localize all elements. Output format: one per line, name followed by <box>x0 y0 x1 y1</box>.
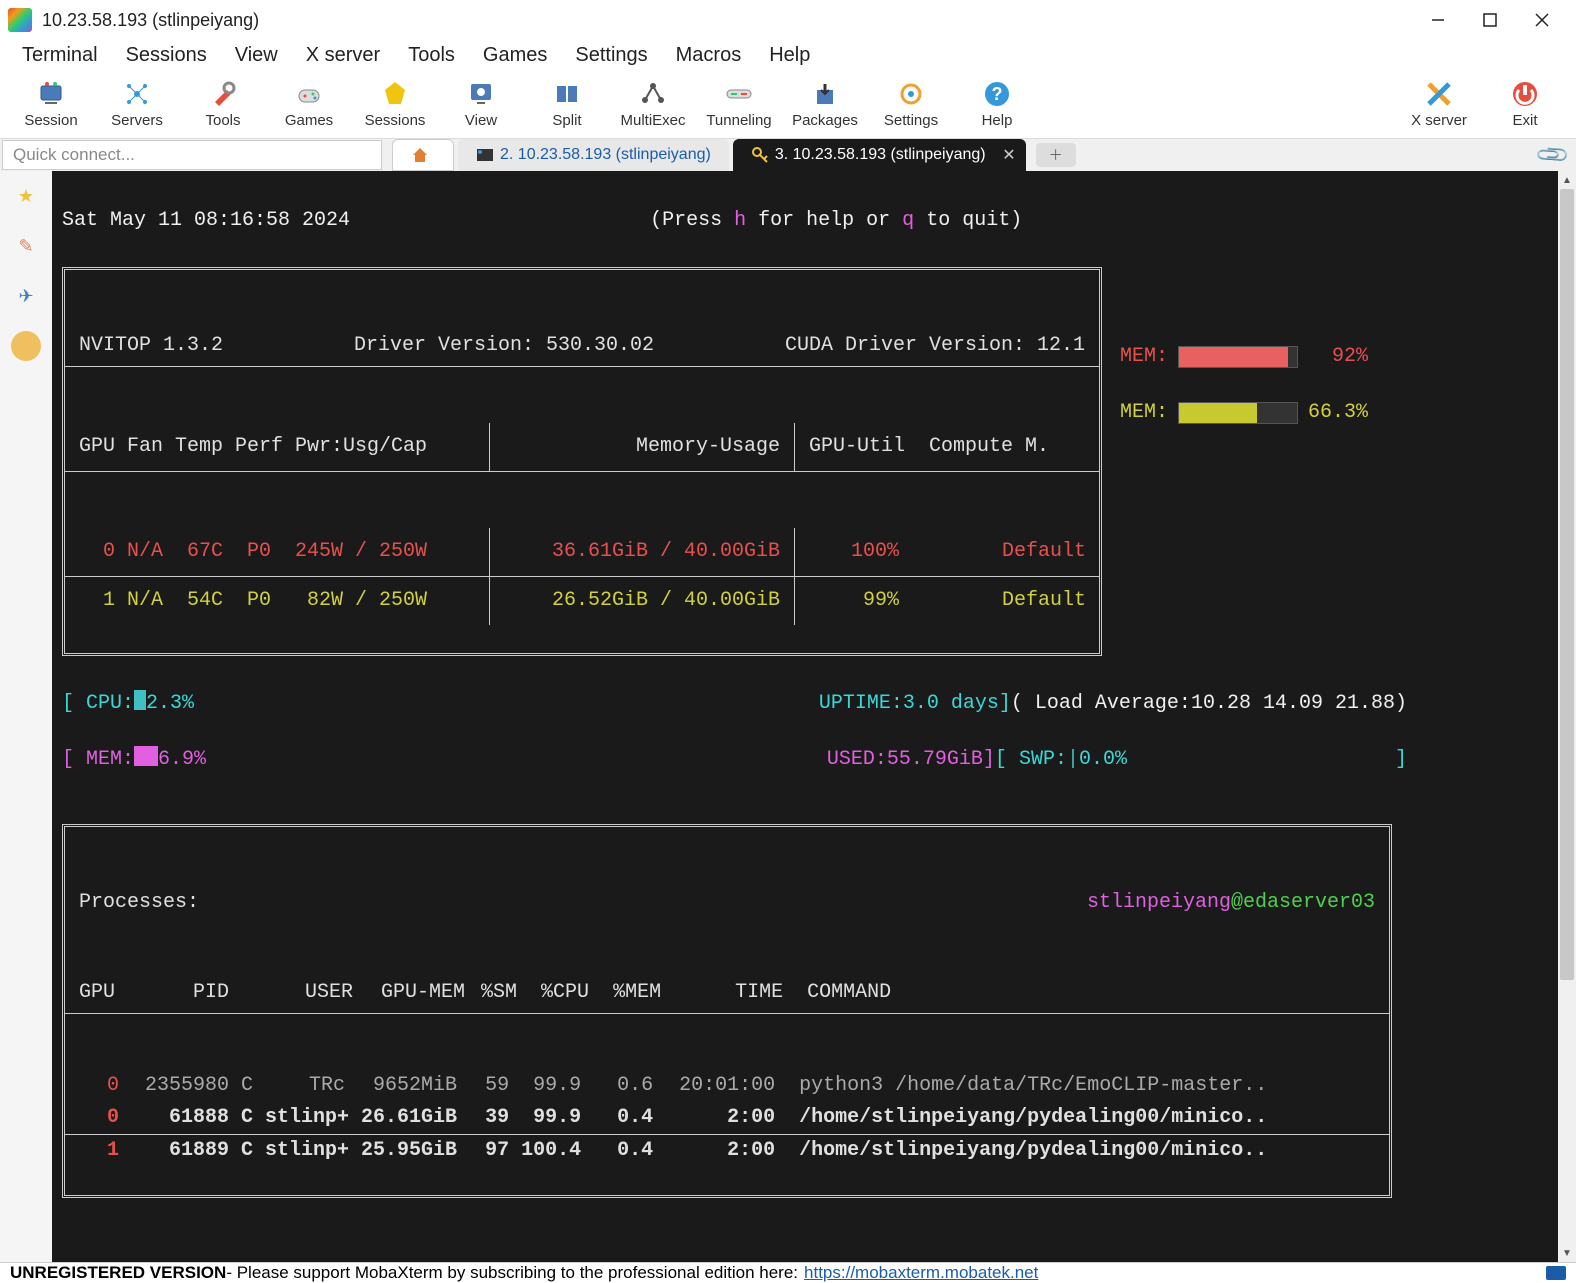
toolbar-multiexec[interactable]: MultiExec <box>610 74 696 136</box>
games-icon <box>295 80 323 108</box>
status-unregistered: UNREGISTERED VERSION <box>10 1263 226 1283</box>
tabbar: Quick connect... 2. 10.23.58.193 (stlinp… <box>0 139 1576 171</box>
macro-icon[interactable]: ✎ <box>11 231 41 261</box>
menu-view[interactable]: View <box>221 40 292 71</box>
svg-text:?: ? <box>992 84 1003 104</box>
tab-session-3[interactable]: 3. 10.23.58.193 (stlinpeiyang)✕ <box>733 139 1026 171</box>
toolbar-servers[interactable]: Servers <box>94 74 180 136</box>
toolbar-xserver[interactable]: X server <box>1396 74 1482 136</box>
gpu-row: 0 N/A 67C P0 245W / 250W36.61GiB / 40.00… <box>65 528 1099 577</box>
toolbar-packages[interactable]: Packages <box>782 74 868 136</box>
statusbar: UNREGISTERED VERSION - Please support Mo… <box>0 1262 1576 1283</box>
vertical-scrollbar[interactable]: ▲ ▼ <box>1558 171 1576 1262</box>
toolbar-games[interactable]: Games <box>266 74 352 136</box>
session-icon <box>37 80 65 108</box>
scroll-down-icon[interactable]: ▼ <box>1558 1244 1576 1262</box>
view-icon <box>467 80 495 108</box>
add-tab-button[interactable]: ＋ <box>1036 143 1076 167</box>
menu-tools[interactable]: Tools <box>394 40 469 71</box>
scrollbar-thumb[interactable] <box>1560 189 1574 980</box>
help-icon: ? <box>983 80 1011 108</box>
maximize-button[interactable] <box>1464 0 1516 40</box>
toolbar-split[interactable]: Split <box>524 74 610 136</box>
titlebar: 10.23.58.193 (stlinpeiyang) <box>0 0 1576 40</box>
gpu-mem-indicator: MEM: 66.3% <box>1120 399 1368 427</box>
quick-connect-input[interactable]: Quick connect... <box>2 140 382 170</box>
tools-icon <box>209 80 237 108</box>
scroll-up-icon[interactable]: ▲ <box>1558 171 1576 189</box>
menubar: Terminal Sessions View X server Tools Ga… <box>0 40 1576 71</box>
process-row: 061888 C stlinp+ 26.61GiB 39 99.9 0.4 2:… <box>65 1102 1389 1134</box>
cpu-bar <box>134 690 146 710</box>
exit-icon <box>1511 80 1539 108</box>
scrollbar-track[interactable] <box>1558 189 1576 1244</box>
menu-settings[interactable]: Settings <box>561 40 661 71</box>
screen-icon[interactable] <box>1546 1266 1566 1280</box>
mem-bar <box>134 746 158 766</box>
packages-icon <box>811 80 839 108</box>
menu-games[interactable]: Games <box>469 40 561 71</box>
multiexec-icon <box>639 80 667 108</box>
process-row: 161889 C stlinp+ 25.95GiB 97 100.4 0.4 2… <box>65 1135 1389 1167</box>
toolbar-tools[interactable]: Tools <box>180 74 266 136</box>
menu-terminal[interactable]: Terminal <box>8 40 112 71</box>
app-icon <box>8 8 32 32</box>
attachment-icon[interactable]: 📎 <box>1533 136 1571 174</box>
servers-icon <box>123 80 151 108</box>
process-row: 02355980 C TRc 9652MiB 59 99.9 0.6 20:01… <box>65 1070 1389 1102</box>
menu-xserver[interactable]: X server <box>292 40 394 71</box>
menu-sessions[interactable]: Sessions <box>112 40 221 71</box>
toolbar-view[interactable]: View <box>438 74 524 136</box>
close-button[interactable] <box>1516 0 1568 40</box>
minimize-button[interactable] <box>1412 0 1464 40</box>
terminal-icon <box>476 146 494 164</box>
toolbar-tunneling[interactable]: Tunneling <box>696 74 782 136</box>
left-sidebar: ★ ✎ ✈ <box>0 171 52 1262</box>
toolbar-settings[interactable]: Settings <box>868 74 954 136</box>
gpu-mem-indicator: MEM: 92% <box>1120 343 1368 371</box>
status-message: - Please support MobaXterm by subscribin… <box>226 1263 798 1283</box>
star-icon[interactable]: ★ <box>11 181 41 211</box>
gpu-row: 1 N/A 54C P0 82W / 250W26.52GiB / 40.00G… <box>65 577 1099 625</box>
main-area: ★ ✎ ✈ Sat May 11 08:16:58 2024 (Press h … <box>0 171 1576 1262</box>
globe-icon[interactable] <box>11 331 41 361</box>
xserver-icon <box>1425 80 1453 108</box>
split-icon <box>553 80 581 108</box>
key-icon <box>751 146 769 164</box>
window-title: 10.23.58.193 (stlinpeiyang) <box>42 10 259 31</box>
sessions-icon <box>381 80 409 108</box>
tab-close-icon[interactable]: ✕ <box>1002 145 1015 165</box>
tab-home[interactable] <box>392 139 454 171</box>
sftp-icon[interactable]: ✈ <box>11 281 41 311</box>
toolbar-exit[interactable]: Exit <box>1482 74 1568 136</box>
toolbar-help[interactable]: ?Help <box>954 74 1040 136</box>
terminal-output[interactable]: Sat May 11 08:16:58 2024 (Press h for he… <box>52 171 1558 1262</box>
menu-help[interactable]: Help <box>755 40 824 71</box>
tunneling-icon <box>725 80 753 108</box>
settings-icon <box>897 80 925 108</box>
toolbar-session[interactable]: Session <box>8 74 94 136</box>
status-link[interactable]: https://mobaxterm.mobatek.net <box>804 1263 1038 1283</box>
toolbar: Session Servers Tools Games Sessions Vie… <box>0 71 1576 139</box>
menu-macros[interactable]: Macros <box>662 40 756 71</box>
tab-session-2[interactable]: 2. 10.23.58.193 (stlinpeiyang) <box>458 139 729 171</box>
home-icon <box>411 146 429 164</box>
toolbar-sessions[interactable]: Sessions <box>352 74 438 136</box>
